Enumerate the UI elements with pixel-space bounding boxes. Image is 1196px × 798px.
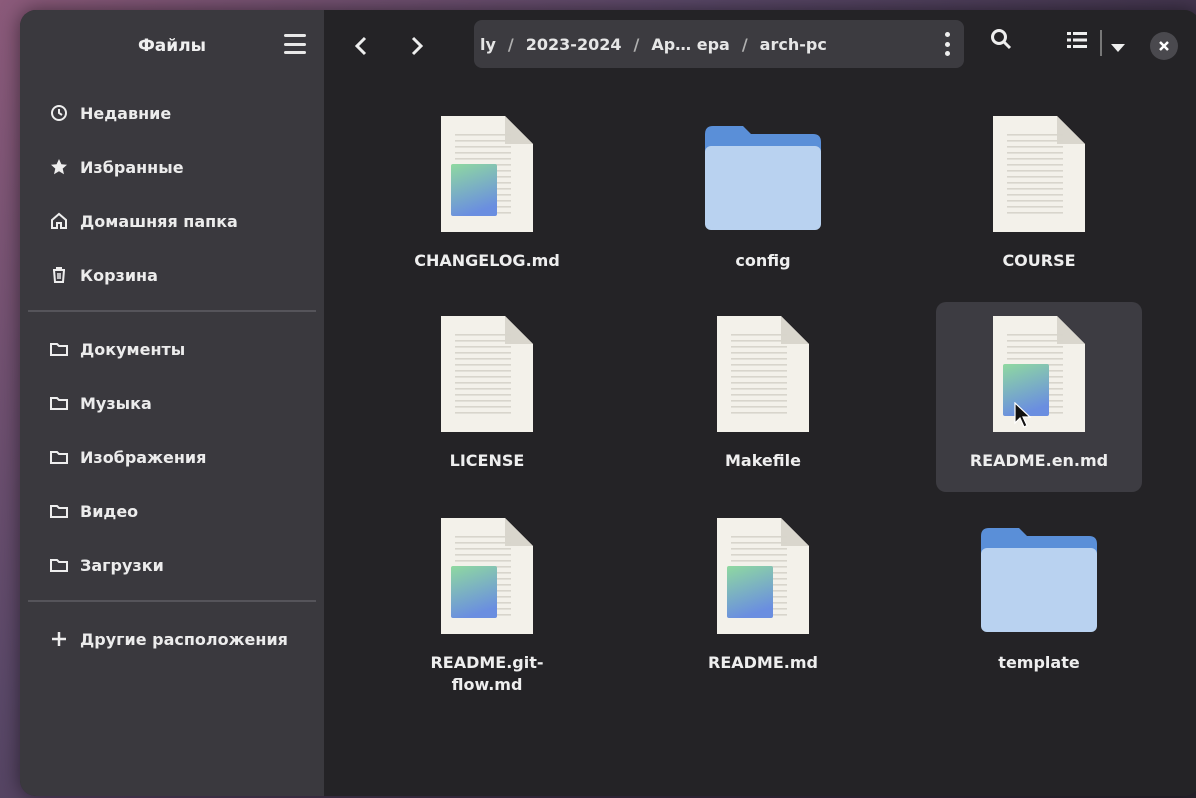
sidebar-item-label: Видео [80, 501, 139, 521]
sidebar-item-label: Документы [80, 339, 186, 359]
view-options-button[interactable] [1110, 38, 1126, 57]
sidebar-item-downloads[interactable]: Загрузки [20, 538, 324, 592]
sidebar-item-pictures[interactable]: Изображения [20, 430, 324, 484]
file-item[interactable]: CHANGELOG.md [384, 102, 590, 292]
main-content: ly / 2023-2024 / Ар… ера / arch-pc CHANG… [324, 10, 1196, 796]
breadcrumb-item[interactable]: ly [480, 35, 496, 54]
file-name-label: COURSE [1002, 251, 1076, 270]
hamburger-line [284, 51, 306, 54]
close-icon [1159, 41, 1169, 51]
file-name-label: README.git- flow.md [430, 653, 544, 694]
text-document-icon [989, 112, 1089, 236]
file-name-label: README.md [708, 653, 818, 672]
breadcrumb-item[interactable]: Ар… ера [651, 35, 730, 54]
search-button[interactable] [990, 28, 1012, 54]
sidebar-header: Файлы [20, 10, 324, 82]
image-document-icon [437, 112, 537, 236]
chevron-down-icon [1111, 44, 1125, 52]
home-icon [50, 212, 68, 230]
image-document-icon [437, 514, 537, 638]
file-name-label: config [735, 251, 791, 270]
file-name-label: README.en.md [969, 451, 1109, 470]
back-button[interactable] [344, 29, 378, 63]
breadcrumb-separator: / [507, 34, 514, 54]
file-name-label: Makefile [725, 451, 801, 470]
close-button[interactable] [1150, 32, 1178, 60]
sidebar-separator [28, 310, 316, 312]
folder-icon [50, 502, 68, 520]
file-item[interactable]: template [936, 504, 1142, 694]
file-item[interactable]: LICENSE [384, 302, 590, 492]
sidebar-item-label: Изображения [80, 447, 207, 467]
sidebar-item-label: Избранные [80, 157, 184, 177]
kebab-icon [944, 32, 950, 37]
breadcrumb-separator: / [633, 34, 640, 54]
bookmarks-list: Документы Музыка Изображения Видео Загру… [20, 322, 324, 592]
path-bar[interactable]: ly / 2023-2024 / Ар… ера / arch-pc [474, 20, 964, 68]
sidebar-item-starred[interactable]: Избранные [20, 140, 324, 194]
path-menu-button[interactable] [944, 32, 950, 56]
sidebar-item-documents[interactable]: Документы [20, 322, 324, 376]
sidebar-item-other-locations[interactable]: Другие расположения [20, 612, 324, 666]
sidebar-item-home[interactable]: Домашняя папка [20, 194, 324, 248]
sidebar-item-recent[interactable]: Недавние [20, 86, 324, 140]
sidebar-item-label: Музыка [80, 393, 152, 413]
folder-icon [50, 394, 68, 412]
folder-icon [50, 556, 68, 574]
sidebar-item-label: Загрузки [80, 555, 164, 575]
text-document-icon [437, 312, 537, 436]
file-item[interactable]: README.git- flow.md [384, 504, 590, 694]
places-list: Недавние Избранные Домашняя папка Корзин… [20, 86, 324, 302]
breadcrumb-item[interactable]: 2023-2024 [526, 35, 622, 54]
sidebar-item-trash[interactable]: Корзина [20, 248, 324, 302]
file-item[interactable]: README.md [660, 504, 866, 694]
view-list-button[interactable] [1066, 30, 1088, 54]
view-separator [1100, 30, 1102, 56]
trash-icon [50, 266, 68, 284]
sidebar-item-music[interactable]: Музыка [20, 376, 324, 430]
star-icon [50, 158, 68, 176]
other-locations-list: Другие расположения [20, 612, 324, 666]
sidebar-separator [28, 600, 316, 602]
clock-icon [50, 104, 68, 122]
sidebar-item-label: Недавние [80, 103, 172, 123]
kebab-dot [944, 51, 950, 56]
image-document-icon [989, 312, 1089, 436]
header-bar: ly / 2023-2024 / Ар… ера / arch-pc [324, 10, 1196, 82]
chevron-left-icon [354, 36, 367, 56]
file-item[interactable]: COURSE [936, 102, 1142, 292]
plus-icon [50, 630, 68, 648]
file-name-label: LICENSE [449, 451, 525, 470]
sidebar-item-label: Другие расположения [80, 629, 288, 649]
text-document-icon [713, 312, 813, 436]
file-item[interactable]: README.en.md [936, 302, 1142, 492]
search-icon [991, 29, 1012, 50]
chevron-right-icon [411, 36, 424, 56]
file-name-label: CHANGELOG.md [414, 251, 560, 270]
file-name-label: template [998, 653, 1080, 672]
hamburger-line [284, 42, 306, 46]
breadcrumb-current[interactable]: arch-pc [760, 35, 827, 54]
folder-icon [50, 448, 68, 466]
file-item[interactable]: config [660, 102, 866, 292]
app-title: Файлы [137, 36, 207, 56]
sidebar-item-label: Корзина [80, 265, 158, 285]
file-item[interactable]: Makefile [660, 302, 866, 492]
breadcrumb-separator: / [741, 34, 748, 54]
hamburger-icon [284, 34, 306, 37]
sidebar-item-label: Домашняя папка [80, 211, 238, 231]
folder-icon [705, 112, 821, 236]
sidebar-item-videos[interactable]: Видео [20, 484, 324, 538]
main-menu-button[interactable] [284, 34, 306, 54]
image-document-icon [713, 514, 813, 638]
mouse-cursor-icon [1014, 402, 1032, 428]
forward-button[interactable] [400, 29, 434, 63]
sidebar: Файлы Недавние Избранные Домашняя папка … [20, 10, 324, 796]
list-view-icon [1067, 32, 1087, 48]
folder-icon [981, 514, 1097, 638]
folder-icon [50, 340, 68, 358]
kebab-dot [944, 41, 950, 47]
